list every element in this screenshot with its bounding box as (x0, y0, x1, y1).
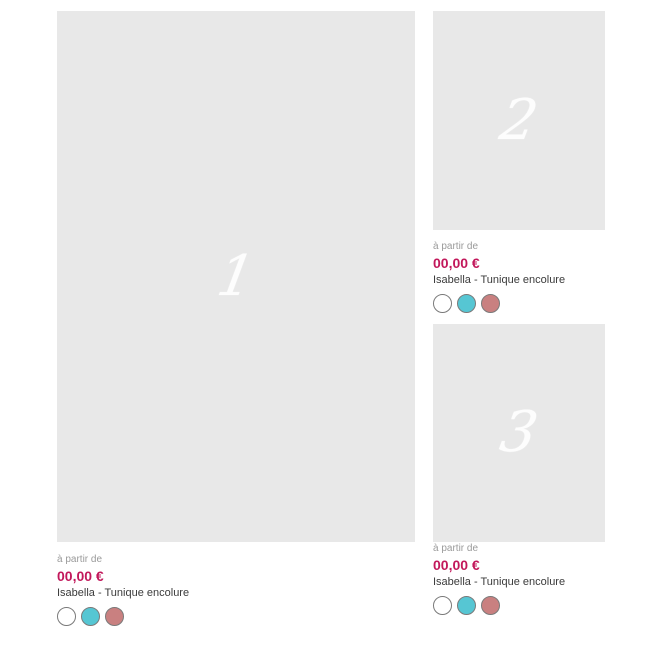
color-swatch-turquoise[interactable] (457, 596, 476, 615)
price-prefix: à partir de (57, 554, 103, 565)
product-name[interactable]: Isabella - Tunique encolure (433, 575, 565, 590)
product-number: 2 (495, 87, 543, 153)
color-swatch-turquoise[interactable] (81, 607, 100, 626)
price-prefix: à partir de (433, 543, 479, 554)
product-price: 00,00 € (57, 568, 104, 584)
product-price: 00,00 € (433, 557, 480, 573)
color-swatch-rose[interactable] (105, 607, 124, 626)
product-image-1[interactable]: 1 (57, 11, 415, 542)
price-prefix: à partir de (433, 241, 479, 252)
product-image-3[interactable]: 3 (433, 324, 605, 542)
color-swatches (433, 596, 565, 615)
color-swatch-white[interactable] (433, 294, 452, 313)
product-info: à partir de 00,00 € Isabella - Tunique e… (57, 553, 189, 626)
product-image-2[interactable]: 2 (433, 11, 605, 230)
product-number: 1 (212, 243, 260, 309)
color-swatches (433, 294, 565, 313)
product-name[interactable]: Isabella - Tunique encolure (57, 586, 189, 601)
product-card-2: 2 à partir de 00,00 € Isabella - Tunique… (433, 11, 605, 313)
product-grid: 1 à partir de 00,00 € Isabella - Tunique… (0, 0, 657, 660)
product-card-1: 1 à partir de 00,00 € Isabella - Tunique… (57, 11, 415, 626)
color-swatch-rose[interactable] (481, 596, 500, 615)
color-swatch-turquoise[interactable] (457, 294, 476, 313)
color-swatch-white[interactable] (57, 607, 76, 626)
product-number: 3 (495, 400, 543, 465)
product-info: à partir de 00,00 € Isabella - Tunique e… (433, 542, 565, 615)
color-swatch-rose[interactable] (481, 294, 500, 313)
product-price: 00,00 € (433, 255, 480, 271)
color-swatches (57, 607, 189, 626)
product-name[interactable]: Isabella - Tunique encolure (433, 273, 565, 288)
color-swatch-white[interactable] (433, 596, 452, 615)
product-info: à partir de 00,00 € Isabella - Tunique e… (433, 240, 565, 313)
product-card-3: 3 à partir de 00,00 € Isabella - Tunique… (433, 324, 605, 615)
